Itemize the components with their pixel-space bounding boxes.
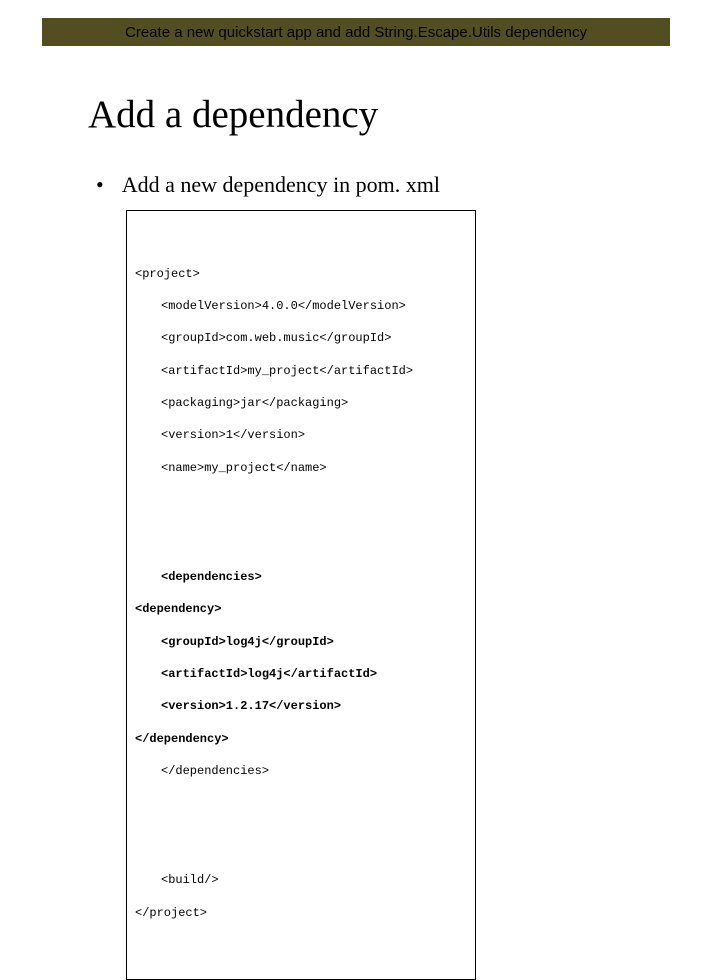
code-line: <packaging>jar</packaging> (135, 395, 467, 411)
code-box: <project> <modelVersion>4.0.0</modelVers… (126, 210, 476, 980)
bullet-marker: • (96, 172, 104, 198)
top-banner-text: Create a new quickstart app and add Stri… (125, 24, 587, 41)
code-line: <name>my_project</name> (135, 460, 467, 476)
slide-title: Add a dependency (88, 92, 378, 137)
code-block-1: <project> <modelVersion>4.0.0</modelVers… (135, 249, 467, 508)
code-line: <dependencies> (135, 569, 467, 585)
top-banner: Create a new quickstart app and add Stri… (42, 18, 670, 46)
code-block-3: <build/> </project> (135, 856, 467, 953)
code-line: <modelVersion>4.0.0</modelVersion> (135, 298, 467, 314)
code-line: <artifactId>log4j</artifactId> (135, 666, 467, 682)
bullet-text: Add a new dependency in pom. xml (122, 172, 440, 198)
code-line: <version>1.2.17</version> (135, 698, 467, 714)
code-line: </dependencies> (135, 763, 467, 779)
code-line: <groupId>log4j</groupId> (135, 634, 467, 650)
code-line: <dependency> (135, 601, 467, 617)
bullet-item: • Add a new dependency in pom. xml (96, 172, 440, 198)
code-line: <build/> (135, 872, 467, 888)
code-line: <artifactId>my_project</artifactId> (135, 363, 467, 379)
code-line: <version>1</version> (135, 427, 467, 443)
code-line: </project> (135, 905, 467, 921)
code-line: <groupId>com.web.music</groupId> (135, 330, 467, 346)
code-block-2: <dependencies> <dependency> <groupId>log… (135, 553, 467, 812)
code-line: <project> (135, 266, 467, 282)
code-line: </dependency> (135, 731, 467, 747)
